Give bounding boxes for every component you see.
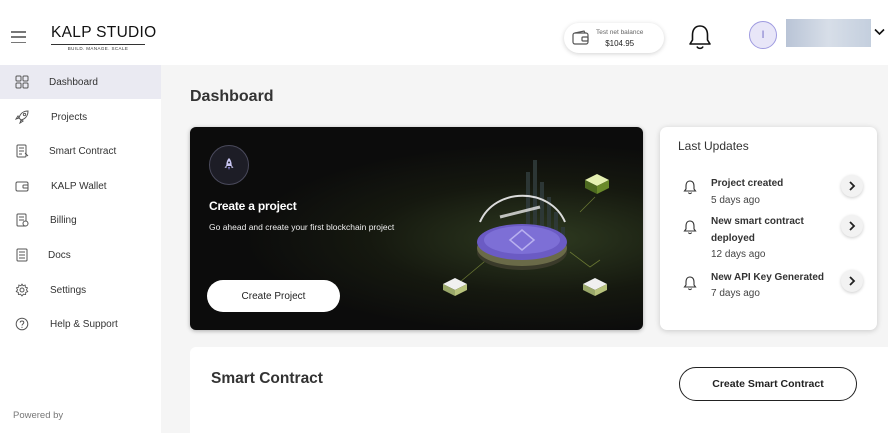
update-title: Project created: [711, 178, 784, 189]
update-open-button[interactable]: [841, 175, 863, 197]
sidebar-item-dashboard[interactable]: Dashboard: [0, 65, 161, 99]
update-time: 7 days ago: [711, 288, 760, 299]
rocket-icon: [224, 158, 234, 170]
blockchain-illustration: [443, 160, 609, 296]
create-project-button[interactable]: Create Project: [207, 280, 340, 312]
page-title: Dashboard: [190, 88, 274, 105]
sidebar-item-label: KALP Wallet: [51, 180, 107, 192]
bell-icon: [683, 220, 697, 235]
create-smart-contract-button[interactable]: Create Smart Contract: [679, 367, 857, 401]
sidebar-item-smart-contract[interactable]: Smart Contract: [0, 134, 161, 168]
chevron-down-icon[interactable]: [874, 28, 885, 36]
section-title: Smart Contract: [211, 370, 323, 387]
sidebar-item-settings[interactable]: Settings: [0, 273, 161, 307]
update-time: 12 days ago: [711, 249, 766, 260]
sidebar-item-billing[interactable]: Billing: [0, 203, 161, 237]
sidebar-item-label: Projects: [51, 111, 88, 123]
smart-contract-section: Smart Contract Create Smart Contract: [190, 347, 888, 433]
sidebar-item-projects[interactable]: Projects: [0, 100, 161, 134]
document-icon: [16, 144, 29, 158]
gear-icon: [15, 283, 29, 297]
rocket-badge: [209, 145, 249, 185]
top-header: KALP STUDIO BUILD. MANAGE. SCALE Test ne…: [0, 0, 888, 65]
updates-title: Last Updates: [678, 139, 749, 153]
invoice-icon: [16, 213, 29, 227]
balance-label: Test net balance: [596, 29, 644, 36]
sidebar-item-label: Help & Support: [50, 318, 118, 330]
powered-by-text: Powered by: [13, 410, 64, 421]
help-icon: [15, 317, 29, 331]
balance-value: $104.95: [605, 39, 635, 48]
chevron-right-icon: [849, 221, 856, 231]
bell-icon: [683, 180, 697, 195]
rocket-icon: [15, 110, 29, 124]
logo-text: KALP STUDIO: [51, 24, 157, 41]
sidebar-item-docs[interactable]: Docs: [0, 238, 161, 272]
wallet-icon: [15, 181, 29, 192]
update-open-button[interactable]: [841, 270, 863, 292]
update-time: 5 days ago: [711, 195, 760, 206]
brand-logo[interactable]: KALP STUDIO BUILD. MANAGE. SCALE: [51, 24, 157, 51]
create-project-card: Create a project Go ahead and create you…: [190, 127, 643, 330]
hero-title: Create a project: [209, 199, 297, 213]
balance-chip[interactable]: Test net balance $104.95: [564, 23, 664, 53]
sidebar-item-label: Dashboard: [49, 76, 98, 88]
sidebar-item-label: Smart Contract: [49, 145, 117, 157]
menu-toggle-icon[interactable]: [11, 31, 26, 43]
logo-tagline: BUILD. MANAGE. SCALE: [51, 44, 145, 51]
wallet-icon: [572, 30, 589, 45]
update-title: New API Key Generated: [711, 272, 825, 283]
update-open-button[interactable]: [841, 215, 863, 237]
sidebar-item-kalp-wallet[interactable]: KALP Wallet: [0, 169, 161, 203]
dashboard-icon: [15, 75, 29, 89]
sidebar-item-label: Docs: [48, 249, 71, 261]
chevron-right-icon: [849, 181, 856, 191]
sidebar: Dashboard Projects Smart Contract KALP W…: [0, 65, 161, 433]
user-name-redacted[interactable]: [786, 19, 871, 47]
user-avatar[interactable]: I: [749, 21, 777, 49]
bell-icon: [683, 276, 697, 291]
docs-icon: [16, 248, 28, 262]
hero-description: Go ahead and create your first blockchai…: [209, 222, 395, 232]
last-updates-card: Last Updates Project created 5 days ago …: [660, 127, 877, 330]
update-title: New smart contract deployed: [711, 216, 804, 244]
chevron-right-icon: [849, 276, 856, 286]
sidebar-item-label: Settings: [50, 284, 87, 296]
notification-bell-icon[interactable]: [688, 23, 712, 51]
sidebar-item-label: Billing: [50, 214, 77, 226]
sidebar-item-help-support[interactable]: Help & Support: [0, 307, 161, 341]
